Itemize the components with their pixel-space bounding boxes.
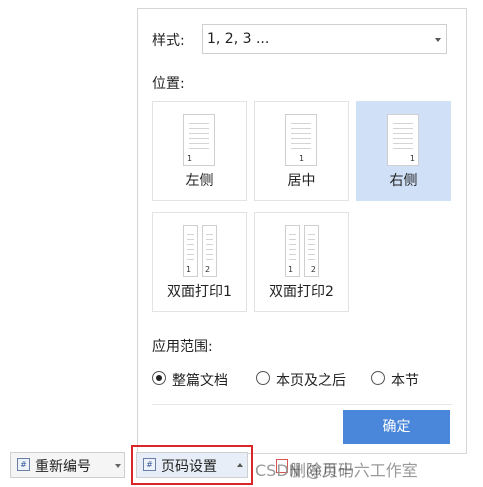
delete-page-number-button[interactable]: 删除页码 [290,457,354,481]
position-tile-left[interactable]: 1 左侧 [152,101,247,201]
page-duplex-right-icon: 2 [304,225,319,277]
radio-unchecked-icon [256,371,270,385]
position-left-label: 左侧 [185,173,214,189]
page-number-mark: 1 [299,154,305,163]
scope-option-label: 整篇文档 [172,373,228,389]
position-center-label: 居中 [287,173,316,189]
renumber-label: 重新编号 [35,459,91,475]
scope-option-label: 本页及之后 [276,373,346,389]
position-duplex-2-label: 双面打印2 [269,284,334,300]
position-tile-right[interactable]: 1 右侧 [356,101,451,201]
ok-button[interactable]: 确定 [343,410,450,444]
page-duplex-left-icon: 1 [183,225,198,277]
style-label: 样式: [152,33,185,49]
page-number-mark: 2 [310,265,316,274]
style-value: 1, 2, 3 ... [207,31,270,47]
page-left-icon: 1 [183,114,215,166]
page-number-mark: 1 [288,265,294,274]
radio-unchecked-icon [371,371,385,385]
position-tile-center[interactable]: 1 居中 [254,101,349,201]
position-tile-duplex-1[interactable]: 1 2 双面打印1 [152,212,247,312]
scope-label: 应用范围: [152,339,213,355]
page-number-mark: 1 [186,265,192,274]
page-duplex-right-icon: 2 [202,225,217,277]
position-duplex-1-label: 双面打印1 [167,284,232,300]
style-dropdown[interactable]: 1, 2, 3 ... [202,24,447,54]
page-number-mark: 1 [187,154,193,163]
chevron-down-icon [435,38,441,42]
position-tile-duplex-2[interactable]: 1 2 双面打印2 [254,212,349,312]
page-number-mark: 1 [409,154,415,163]
radio-checked-icon [152,371,166,385]
position-right-label: 右侧 [389,173,418,189]
page-center-icon: 1 [285,114,317,166]
scope-option-label: 本节 [391,373,419,389]
page-number-mark: 2 [205,265,211,274]
position-label: 位置: [152,76,185,92]
page-right-icon: 1 [387,114,419,166]
page-number-icon: # [17,458,30,471]
page-number-settings-panel: 样式: 1, 2, 3 ... 位置: 1 左侧 1 居中 1 右侧 1 2 双… [137,8,467,454]
divider [152,404,452,405]
highlight-box [131,445,253,485]
renumber-button[interactable]: # 重新编号 [10,452,125,478]
page-duplex-left-icon: 1 [285,225,300,277]
chevron-down-icon [115,464,121,468]
